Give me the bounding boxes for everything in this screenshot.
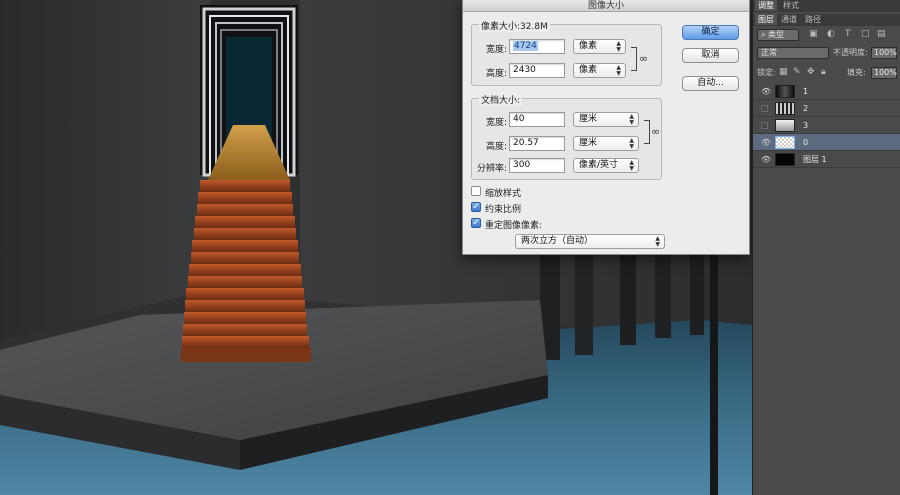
adjustment-filter-icon[interactable]: ◐ — [827, 29, 835, 39]
image-size-dialog: 图像大小 像素大小:32.8M 宽度: 4724 像素 ▲ ▼ 高度: 2430 像… — [462, 0, 750, 255]
eye-icon[interactable]: 👁︎ — [761, 87, 771, 96]
layer-name: 1 — [803, 87, 809, 96]
pixel-height-unit-select[interactable]: 像素 ▲ ▼ — [573, 63, 626, 78]
constrain-proportions-label: 约束比例 — [485, 205, 522, 215]
visibility-toggle[interactable] — [761, 122, 768, 129]
layer-name: 2 — [803, 104, 809, 113]
pixel-width-unit-select[interactable]: 像素 ▲ ▼ — [573, 39, 626, 54]
search-icon: ⌕ — [761, 30, 769, 39]
shape-filter-icon[interactable]: □ — [861, 29, 870, 39]
doc-width-input[interactable]: 40 — [509, 112, 565, 127]
layer-row-selected[interactable]: 👁︎ 0 — [753, 134, 900, 151]
pixel-dimensions-title: 像素大小:32.8M — [479, 19, 550, 32]
lock-all-icon[interactable]: 🔒︎ — [821, 67, 826, 77]
updown-arrows-icon: ▲ ▼ — [616, 40, 621, 53]
lock-label: 锁定: — [757, 68, 776, 77]
doc-height-unit-select[interactable]: 厘米 ▲ ▼ — [573, 136, 639, 151]
blend-mode-select[interactable]: 正常 — [757, 47, 829, 59]
updown-arrows-icon: ▲ ▼ — [655, 235, 660, 248]
tab-channels[interactable]: 通道 — [781, 14, 797, 25]
pixel-link-bracket — [631, 47, 637, 71]
eye-icon[interactable]: 👁︎ — [761, 138, 771, 147]
lock-pixels-icon[interactable]: ✎ — [793, 67, 801, 77]
layer-row[interactable]: 2 — [753, 100, 900, 117]
opacity-label: 不透明度: — [833, 48, 868, 57]
constrain-proportions-checkbox[interactable]: ✓ — [471, 202, 481, 212]
stairs — [181, 180, 311, 362]
tab-layers[interactable]: 图层 — [755, 14, 777, 25]
pixel-height-label: 高度: — [485, 69, 507, 79]
tab-paths[interactable]: 路径 — [805, 14, 821, 25]
dialog-title: 图像大小 — [463, 0, 749, 12]
layer-thumbnail — [775, 102, 795, 115]
lock-transparent-icon[interactable]: ▦ — [779, 67, 788, 77]
tab-adjustments[interactable]: 调整 — [755, 0, 777, 11]
layer-row[interactable]: 3 — [753, 117, 900, 134]
pixel-height-input[interactable]: 2430 — [509, 63, 565, 78]
layer-thumbnail — [775, 119, 795, 132]
image-filter-icon[interactable]: ▣ — [809, 29, 818, 39]
resolution-input[interactable]: 300 — [509, 158, 565, 173]
layer-filter-select[interactable]: ⌕ 类型 — [757, 29, 799, 41]
scale-styles-checkbox[interactable] — [471, 186, 481, 196]
doc-height-input[interactable]: 20.57 — [509, 136, 565, 151]
visibility-toggle[interactable] — [761, 105, 768, 112]
layer-thumbnail — [775, 136, 795, 149]
ok-button[interactable]: 确定 — [682, 25, 739, 40]
updown-arrows-icon: ▲ ▼ — [616, 64, 621, 77]
photoshop-workspace: 图像大小 像素大小:32.8M 宽度: 4724 像素 ▲ ▼ 高度: 2430 像… — [0, 0, 900, 495]
layer-thumbnail — [775, 153, 795, 166]
layer-name: 0 — [803, 138, 809, 147]
eye-icon[interactable]: 👁︎ — [761, 155, 771, 164]
scale-styles-label: 缩放样式 — [485, 189, 522, 199]
resample-image-checkbox[interactable]: ✓ — [471, 218, 481, 228]
resolution-label: 分辨率: — [476, 164, 507, 174]
chain-link-icon: ∞ — [651, 125, 661, 138]
pixel-width-label: 宽度: — [485, 45, 507, 55]
resolution-unit-select[interactable]: 像素/英寸 ▲ ▼ — [573, 158, 639, 173]
cancel-button[interactable]: 取消 — [682, 48, 739, 63]
updown-arrows-icon: ▲ ▼ — [629, 137, 634, 150]
smart-object-filter-icon[interactable]: ▤ — [877, 29, 886, 39]
doc-width-label: 宽度: — [485, 118, 507, 128]
layer-row[interactable]: 👁︎ 图层 1 — [753, 151, 900, 168]
doc-width-unit-select[interactable]: 厘米 ▲ ▼ — [573, 112, 639, 127]
fill-label: 填充: — [847, 68, 866, 77]
layer-row[interactable]: 👁︎ 1 — [753, 83, 900, 100]
updown-arrows-icon: ▲ ▼ — [629, 159, 634, 172]
resample-image-label: 重定图像像素: — [485, 221, 543, 231]
updown-arrows-icon: ▲ ▼ — [629, 113, 634, 126]
tab-styles[interactable]: 样式 — [783, 0, 799, 11]
fill-input[interactable]: 100% — [871, 67, 897, 79]
type-filter-icon[interactable]: T — [845, 29, 851, 39]
resample-method-select[interactable]: 两次立方（自动） ▲ ▼ — [515, 234, 665, 249]
opacity-input[interactable]: 100% — [871, 47, 897, 59]
chain-link-icon: ∞ — [639, 52, 649, 65]
auto-button[interactable]: 自动... — [682, 76, 739, 91]
layer-thumbnail — [775, 85, 795, 98]
layers-panel: 调整 样式 图层 通道 路径 ⌕ 类型 ▣ ◐ T □ ▤ 正常 不透明度: 1… — [752, 0, 900, 495]
document-size-title: 文档大小: — [479, 93, 523, 106]
pixel-width-input[interactable]: 4724 — [509, 39, 565, 54]
lock-position-icon[interactable]: ✥ — [807, 67, 815, 77]
doc-link-bracket — [644, 120, 650, 144]
layer-name: 3 — [803, 121, 809, 130]
doc-height-label: 高度: — [485, 142, 507, 152]
layer-name: 图层 1 — [803, 155, 827, 164]
